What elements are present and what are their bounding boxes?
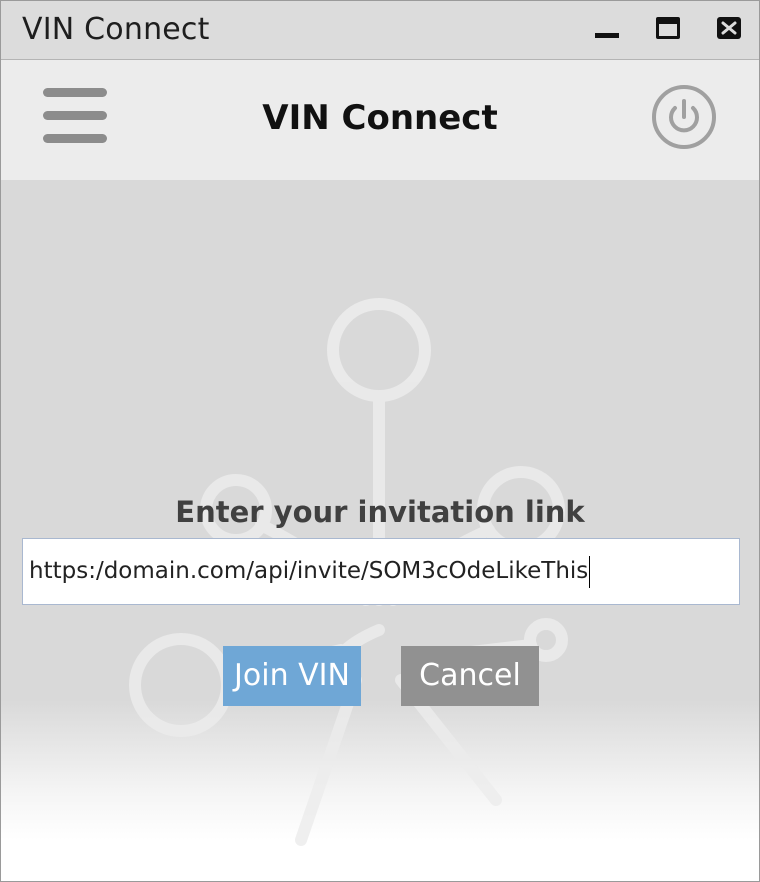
power-icon <box>652 85 716 149</box>
minimize-icon <box>595 33 619 38</box>
app-header: VIN Connect <box>1 60 759 180</box>
cancel-button[interactable]: Cancel <box>401 646 539 706</box>
main-area: Enter your invitation link https:/domain… <box>1 180 759 881</box>
app-title: VIN Connect <box>262 98 498 138</box>
close-button[interactable] <box>713 13 745 43</box>
invitation-link-input[interactable]: https:/domain.com/api/invite/SOM3cOdeLik… <box>22 538 740 605</box>
invitation-link-value: https:/domain.com/api/invite/SOM3cOdeLik… <box>29 558 589 584</box>
invitation-prompt: Enter your invitation link <box>175 495 585 529</box>
close-icon <box>717 17 741 39</box>
maximize-button[interactable] <box>652 13 684 43</box>
maximize-icon <box>656 17 680 39</box>
minimize-button[interactable] <box>591 13 623 43</box>
title-bar[interactable]: VIN Connect <box>1 1 759 60</box>
text-caret <box>589 555 591 588</box>
join-vin-button[interactable]: Join VIN <box>223 646 361 706</box>
power-button[interactable] <box>649 82 719 152</box>
window-title: VIN Connect <box>22 12 210 47</box>
app-window: VIN Connect VIN Connect Enter your invit… <box>0 0 760 882</box>
network-nodes-icon <box>129 298 568 846</box>
